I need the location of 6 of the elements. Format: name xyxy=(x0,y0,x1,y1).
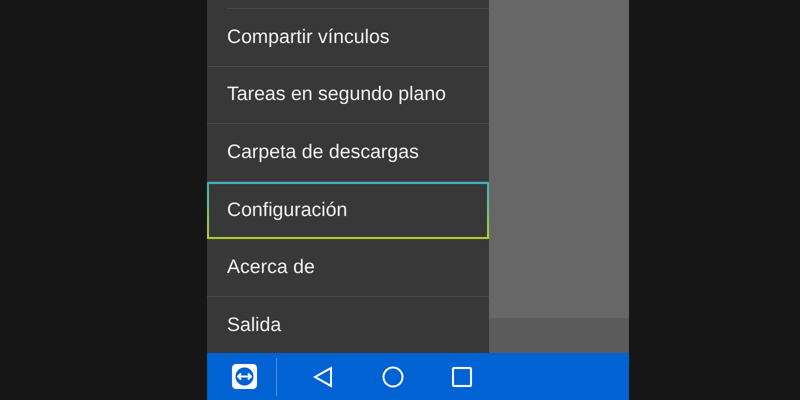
app-icon[interactable] xyxy=(232,364,257,389)
menu-item[interactable]: Salida xyxy=(207,296,489,355)
recents-icon[interactable] xyxy=(452,366,472,386)
back-icon[interactable] xyxy=(313,366,333,388)
home-icon[interactable] xyxy=(382,366,404,388)
menu-item[interactable]: Configuración xyxy=(207,182,489,240)
